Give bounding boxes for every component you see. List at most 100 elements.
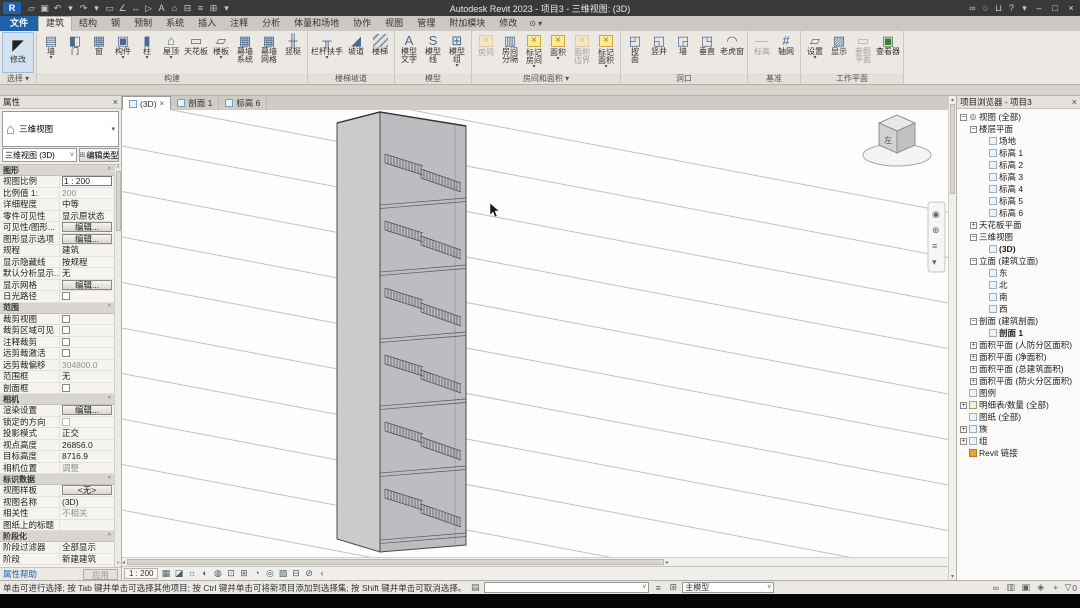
render-dialog-control[interactable]: ◍ xyxy=(211,568,224,580)
expander-icon[interactable]: + xyxy=(970,353,977,361)
ribbon-button[interactable]: ▦ 幕墙 网格 xyxy=(257,32,281,73)
property-value[interactable]: 显示原状态 xyxy=(60,210,114,222)
ribbon-tab-item[interactable]: 插入 xyxy=(191,16,223,31)
tag-icon[interactable]: ▷ xyxy=(142,1,155,15)
close-icon[interactable]: × xyxy=(160,99,165,108)
ribbon-tab-item[interactable]: 注释 xyxy=(223,16,255,31)
search-icon[interactable]: ∞ xyxy=(966,1,979,15)
help-icon[interactable]: ? xyxy=(1005,1,1018,15)
scroll-down-icon[interactable]: ˅ xyxy=(116,561,120,567)
displaced-elements-control[interactable]: ⊟ xyxy=(289,568,302,580)
ribbon-options-dropdown-icon[interactable]: ⊙ ▾ xyxy=(524,16,547,31)
ribbon-button[interactable]: ▦ 窗 xyxy=(87,32,111,73)
measure-icon[interactable]: ∠ xyxy=(116,1,129,15)
expander-icon[interactable]: + xyxy=(960,401,967,409)
ribbon-button[interactable]: × 标记 房间 ▾ xyxy=(522,32,546,73)
close-icon[interactable]: × xyxy=(1072,97,1077,107)
tree-item[interactable]: + 明细表/数量 (全部) xyxy=(957,399,1080,411)
drag-on-selection-toggle[interactable]: + xyxy=(1050,583,1062,593)
navbar-icon[interactable]: ⊕ xyxy=(932,225,940,235)
save-icon[interactable]: ▣ xyxy=(38,1,51,15)
tree-item[interactable]: − ◎ 视图 (全部) xyxy=(957,111,1080,123)
default-3d-view-icon[interactable]: ⌂ xyxy=(168,1,181,15)
ribbon-button[interactable]: ▱ 设置 ▾ xyxy=(803,32,827,73)
close-icon[interactable]: × xyxy=(113,97,118,107)
ribbon-button[interactable]: ▮ 柱 ▾ xyxy=(135,32,159,73)
ribbon-button[interactable]: ◧ 门 xyxy=(63,32,87,73)
tree-item[interactable]: 场地 xyxy=(957,135,1080,147)
navbar-icon[interactable]: ◉ xyxy=(932,209,940,219)
tree-item[interactable]: Revit 链接 xyxy=(957,447,1080,459)
tree-item[interactable]: 标高 3 xyxy=(957,171,1080,183)
tree-item[interactable]: (3D) xyxy=(957,243,1080,255)
ribbon-button[interactable]: # 轴网 xyxy=(774,32,798,73)
property-value[interactable]: 全部显示 xyxy=(60,541,114,553)
expander-icon[interactable]: + xyxy=(960,437,967,445)
expander-icon[interactable]: + xyxy=(970,221,977,229)
view-tab[interactable]: 标高 6 xyxy=(219,96,268,110)
scrollbar-thumb[interactable] xyxy=(950,104,955,194)
checkbox[interactable] xyxy=(62,292,70,301)
tree-item[interactable]: + 面积平面 (人防分区面积) xyxy=(957,339,1080,351)
collapse-icon[interactable]: ^ xyxy=(108,304,111,311)
checkbox[interactable] xyxy=(62,314,70,323)
scale-control[interactable]: 1 : 200 xyxy=(124,568,159,579)
collapse-icon[interactable]: ^ xyxy=(108,396,111,403)
visual-style-control[interactable]: ◪ xyxy=(172,568,185,580)
properties-scrollbar[interactable]: ˄ ˅ xyxy=(114,165,121,567)
ribbon-group-label[interactable]: 楼梯坡道 xyxy=(308,73,394,84)
redo-icon[interactable]: ↷ xyxy=(77,1,90,15)
ribbon-group-label[interactable]: 模型 xyxy=(395,73,471,84)
collapse-icon[interactable]: ^ xyxy=(108,476,111,483)
property-value[interactable]: 新建建筑 xyxy=(60,553,114,565)
edit-button[interactable]: 编辑... xyxy=(62,279,112,290)
close-button[interactable]: × xyxy=(1063,1,1079,15)
minimize-button[interactable]: – xyxy=(1031,1,1047,15)
ribbon-group-label[interactable]: 工作平面 xyxy=(801,73,903,84)
section-icon[interactable]: ⊟ xyxy=(181,1,194,15)
type-selector[interactable]: ⌂ 三维视图 ▾ xyxy=(2,111,119,147)
crop-view-control[interactable]: ⊡ xyxy=(224,568,237,580)
ribbon-button[interactable]: × 标记 面积 ▾ xyxy=(594,32,618,73)
tree-item[interactable]: + 组 xyxy=(957,435,1080,447)
tree-item[interactable]: + 族 xyxy=(957,423,1080,435)
ribbon-button[interactable]: ▨ 显示 xyxy=(827,32,851,73)
reveal-constraints-control[interactable]: ⊘ xyxy=(302,568,315,580)
tree-item[interactable]: 剖面 1 xyxy=(957,327,1080,339)
app-store-icon[interactable]: ⊔ xyxy=(992,1,1005,15)
stair-tower-model[interactable] xyxy=(336,111,467,553)
checkbox[interactable] xyxy=(62,337,70,346)
undo-dropdown-icon[interactable]: ▾ xyxy=(64,1,77,15)
ribbon-button[interactable]: ▣ 查看器 xyxy=(875,32,901,73)
ribbon-button[interactable]: ▣ 构件 ▾ xyxy=(111,32,135,73)
ribbon-button[interactable]: ▥ 房间 分隔 xyxy=(498,32,522,73)
select-pinned-toggle[interactable]: ▣ xyxy=(1020,582,1032,593)
scrollbar-thumb[interactable] xyxy=(127,559,664,565)
tree-item[interactable]: 标高 6 xyxy=(957,207,1080,219)
temporary-hide-isolate-control[interactable]: ◔ xyxy=(250,568,263,580)
edit-button[interactable]: 编辑... xyxy=(62,233,112,244)
customize-qat-icon[interactable]: ▾ xyxy=(220,1,233,15)
select-by-face-toggle[interactable]: ◈ xyxy=(1035,582,1047,593)
ribbon-button[interactable]: 楼梯 xyxy=(368,32,392,73)
vertical-scrollbar[interactable]: ▴ ▾ xyxy=(948,96,956,580)
workset-select[interactable]: ˅ xyxy=(484,582,650,593)
expander-icon[interactable]: − xyxy=(970,125,977,133)
reveal-hidden-control[interactable]: ◎ xyxy=(263,568,276,580)
ribbon-tab-item[interactable]: 管理 xyxy=(410,16,442,31)
undo-icon[interactable]: ↶ xyxy=(51,1,64,15)
ribbon-button[interactable]: ◢ 坡道 xyxy=(344,32,368,73)
checkbox[interactable] xyxy=(62,326,70,335)
ribbon-button[interactable]: ◠ 老虎窗 xyxy=(719,32,745,73)
ribbon-tab-item[interactable]: 协作 xyxy=(346,16,378,31)
expander-icon[interactable]: + xyxy=(960,425,967,433)
property-value[interactable]: (3D) xyxy=(60,497,114,507)
ribbon-button[interactable]: ◰ 按 面 xyxy=(623,32,647,73)
thin-lines-icon[interactable]: ≡ xyxy=(194,1,207,15)
property-value[interactable]: 中等 xyxy=(60,198,114,210)
navbar-icon[interactable]: ▾ xyxy=(932,257,937,267)
shadows-control[interactable]: ◐ xyxy=(198,568,211,580)
checkbox[interactable] xyxy=(62,349,70,358)
collapse-icon[interactable]: ^ xyxy=(108,167,111,174)
print-icon[interactable]: ▭ xyxy=(103,1,116,15)
